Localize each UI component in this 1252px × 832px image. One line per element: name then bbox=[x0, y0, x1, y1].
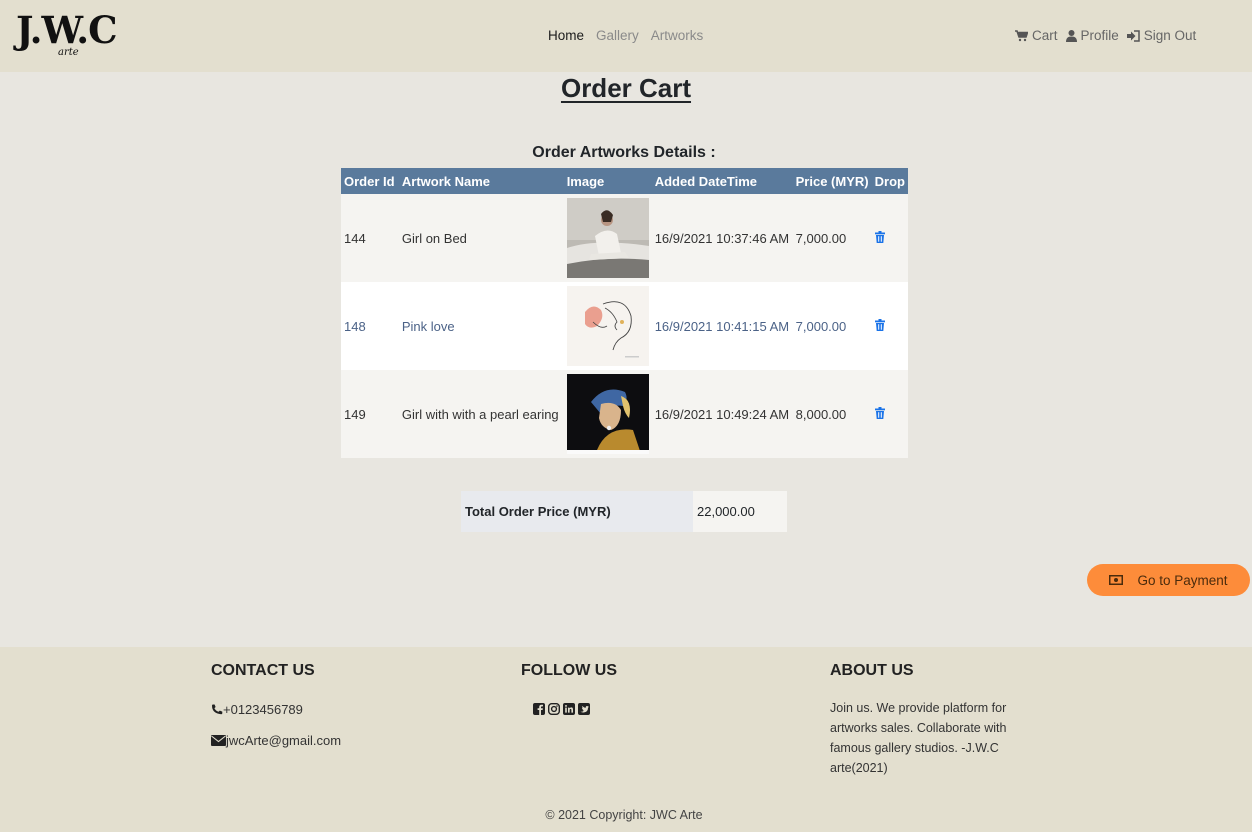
total-order-price: Total Order Price (MYR) 22,000.00 bbox=[461, 491, 787, 532]
cart-icon bbox=[1015, 29, 1028, 41]
brand-logo[interactable]: J.W.C arte bbox=[16, 10, 126, 62]
col-drop: Drop bbox=[871, 168, 908, 194]
trash-icon bbox=[874, 318, 885, 331]
logo-text: J.W.C bbox=[16, 8, 118, 52]
phone-icon bbox=[212, 704, 223, 715]
price: 7,000.00 bbox=[792, 194, 872, 282]
nav-cart[interactable]: Cart bbox=[1015, 28, 1058, 43]
contact-section: CONTACT US +0123456789 jwcArte@gmail.com bbox=[211, 662, 341, 764]
table-header-row: Order Id Artwork Name Image Added DateTi… bbox=[341, 168, 908, 194]
envelope-icon bbox=[211, 735, 226, 746]
logo-subtext: arte bbox=[58, 47, 79, 58]
follow-section: FOLLOW US bbox=[521, 662, 617, 720]
user-icon bbox=[1065, 29, 1077, 42]
about-heading: ABOUT US bbox=[830, 662, 914, 679]
instagram-icon bbox=[547, 702, 561, 716]
pink-love-thumbnail bbox=[566, 286, 649, 366]
section-heading: Order Artworks Details : bbox=[532, 144, 716, 161]
nav-sign-out[interactable]: Sign Out bbox=[1126, 28, 1197, 43]
linkedin-link[interactable] bbox=[563, 702, 575, 720]
order-id: 148 bbox=[341, 282, 399, 370]
artwork-image-cell bbox=[563, 370, 652, 458]
page-title: Order Cart bbox=[0, 73, 1252, 104]
order-table: Order Id Artwork Name Image Added DateTi… bbox=[341, 168, 908, 458]
contact-phone: +0123456789 bbox=[211, 702, 341, 717]
drop-button[interactable] bbox=[874, 230, 885, 246]
col-added-datetime: Added DateTime bbox=[651, 168, 793, 194]
instagram-link[interactable] bbox=[547, 702, 561, 720]
trash-icon bbox=[874, 230, 885, 243]
price: 7,000.00 bbox=[792, 282, 872, 370]
about-section: ABOUT US Join us. We provide platform fo… bbox=[830, 662, 1030, 778]
col-order-id: Order Id bbox=[341, 168, 399, 194]
navbar: J.W.C arte Home Gallery Artworks Cart Pr… bbox=[0, 0, 1252, 72]
table-row: 149 Girl with with a pearl earing 16/9/2… bbox=[341, 370, 908, 458]
artwork-image-cell bbox=[563, 194, 652, 282]
artwork-name: Girl on Bed bbox=[398, 194, 564, 282]
table-row: 144 Girl on Bed 16/9/2021 10:37:46 AM 7,… bbox=[341, 194, 908, 282]
table-row: 148 Pink love 16/9/2021 10:41:15 AM 7,00… bbox=[341, 282, 908, 370]
money-icon bbox=[1109, 575, 1124, 585]
drop-cell bbox=[871, 194, 908, 282]
nav-profile[interactable]: Profile bbox=[1065, 28, 1119, 43]
linkedin-icon bbox=[563, 703, 575, 715]
artwork-image-cell bbox=[563, 282, 652, 370]
follow-heading: FOLLOW US bbox=[521, 662, 617, 679]
copyright: © 2021 Copyright: JWC Arte bbox=[545, 808, 703, 822]
order-id: 144 bbox=[341, 194, 399, 282]
page-title-text: Order Cart bbox=[560, 73, 692, 103]
girl-on-bed-thumbnail bbox=[566, 198, 649, 278]
phone-number: +0123456789 bbox=[223, 702, 303, 717]
drop-button[interactable] bbox=[874, 406, 885, 422]
trash-icon bbox=[874, 406, 885, 419]
payment-button-label: Go to Payment bbox=[1137, 572, 1228, 588]
nav-sign-out-label: Sign Out bbox=[1143, 28, 1197, 43]
facebook-link[interactable] bbox=[533, 702, 545, 720]
nav-profile-label: Profile bbox=[1080, 28, 1119, 43]
added-datetime: 16/9/2021 10:41:15 AM bbox=[651, 282, 793, 370]
sign-out-icon bbox=[1126, 29, 1140, 42]
pearl-earring-thumbnail bbox=[566, 374, 649, 454]
twitter-link[interactable] bbox=[578, 702, 590, 720]
col-price: Price (MYR) bbox=[792, 168, 872, 194]
price: 8,000.00 bbox=[792, 370, 872, 458]
contact-heading: CONTACT US bbox=[211, 662, 315, 679]
nav-link-home[interactable]: Home bbox=[548, 28, 584, 43]
nav-cart-label: Cart bbox=[1032, 28, 1058, 43]
col-artwork-name: Artwork Name bbox=[398, 168, 564, 194]
nav-link-artworks[interactable]: Artworks bbox=[651, 28, 704, 43]
user-nav: Cart Profile Sign Out bbox=[1015, 28, 1196, 43]
email-address: jwcArte@gmail.com bbox=[226, 733, 342, 748]
twitter-icon bbox=[578, 703, 590, 715]
added-datetime: 16/9/2021 10:49:24 AM bbox=[651, 370, 793, 458]
footer: CONTACT US +0123456789 jwcArte@gmail.com… bbox=[0, 647, 1252, 832]
artwork-name: Girl with with a pearl earing bbox=[398, 370, 564, 458]
facebook-icon bbox=[533, 703, 545, 715]
nav-link-gallery[interactable]: Gallery bbox=[596, 28, 639, 43]
contact-email: jwcArte@gmail.com bbox=[211, 733, 341, 748]
go-to-payment-button[interactable]: Go to Payment bbox=[1087, 564, 1250, 596]
drop-button[interactable] bbox=[874, 318, 885, 334]
added-datetime: 16/9/2021 10:37:46 AM bbox=[651, 194, 793, 282]
drop-cell bbox=[871, 370, 908, 458]
social-icons bbox=[533, 702, 617, 720]
total-label: Total Order Price (MYR) bbox=[461, 491, 693, 532]
drop-cell bbox=[871, 282, 908, 370]
artwork-name: Pink love bbox=[398, 282, 564, 370]
total-value: 22,000.00 bbox=[693, 491, 787, 532]
main-nav: Home Gallery Artworks bbox=[548, 28, 703, 43]
about-text: Join us. We provide platform for artwork… bbox=[830, 701, 1007, 775]
col-image: Image bbox=[563, 168, 652, 194]
order-id: 149 bbox=[341, 370, 399, 458]
